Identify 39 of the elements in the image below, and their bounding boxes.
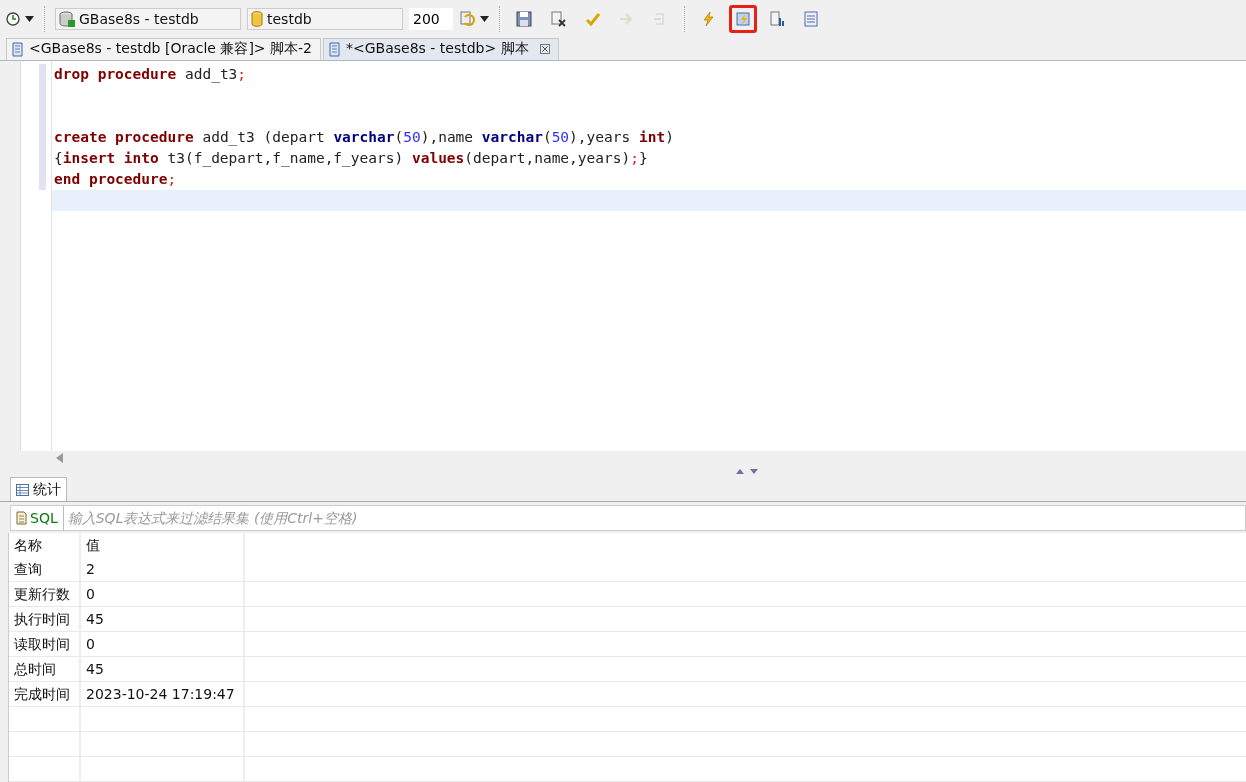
history-button[interactable] [6, 11, 34, 26]
editor-tab[interactable]: *<GBase8s - testdb> 脚本 [323, 37, 559, 60]
script-icon [11, 41, 24, 57]
table-cell: 执行时间 [9, 607, 81, 631]
table-cell: 0 [81, 582, 245, 606]
code-line: drop procedure add_t3; [53, 64, 248, 85]
table-cell: 0 [81, 632, 245, 656]
column-header[interactable]: 值 [81, 533, 245, 557]
column-header[interactable]: 名称 [9, 533, 81, 557]
row-limit-field[interactable]: 200 [409, 7, 453, 30]
code-line: {insert into t3(f_depart,f_name,f_years) values(depart,name,years);} [53, 148, 649, 169]
database-icon [251, 10, 263, 27]
table-cell: 2023-10-24 17:19:47 [81, 682, 245, 706]
table-cell: 完成时间 [9, 682, 81, 706]
editor-tab[interactable]: <GBase8s - testdb [Oracle 兼容]> 脚本-2 [6, 37, 321, 60]
table-icon [16, 483, 29, 496]
code-line: create procedure add_t3 (depart varchar(50),name varchar(50),years int) [53, 127, 675, 148]
transaction-mode-button[interactable] [459, 10, 489, 27]
dropdown-arrow-icon[interactable] [480, 15, 489, 22]
script-icon [328, 41, 341, 57]
script-run-icon[interactable] [729, 4, 757, 33]
dropdown-arrow-icon[interactable] [25, 15, 34, 22]
maximize-restore-icon[interactable] [736, 467, 758, 475]
sql-button[interactable]: SQL [10, 505, 64, 531]
table-cell: 2 [81, 557, 245, 581]
database-selector[interactable]: testdb [247, 7, 403, 30]
table-cell: 45 [81, 607, 245, 631]
filter-field[interactable]: 输入SQL表达式来过滤结果集 (使用Ctrl+空格) [63, 505, 1246, 531]
table-cell: 总时间 [9, 657, 81, 681]
code-line: end procedure; [53, 169, 178, 189]
table-cell: 读取时间 [9, 632, 81, 656]
connection-selector[interactable]: GBase8s - testdb [55, 7, 241, 30]
close-icon[interactable] [539, 44, 550, 55]
table-cell: 45 [81, 657, 245, 681]
database-connected-icon [59, 10, 75, 27]
table-cell: 更新行数 [9, 582, 81, 606]
table-cell: 查询 [9, 557, 81, 581]
document-icon [16, 511, 27, 525]
statistics-tab[interactable]: 统计 [10, 477, 67, 501]
